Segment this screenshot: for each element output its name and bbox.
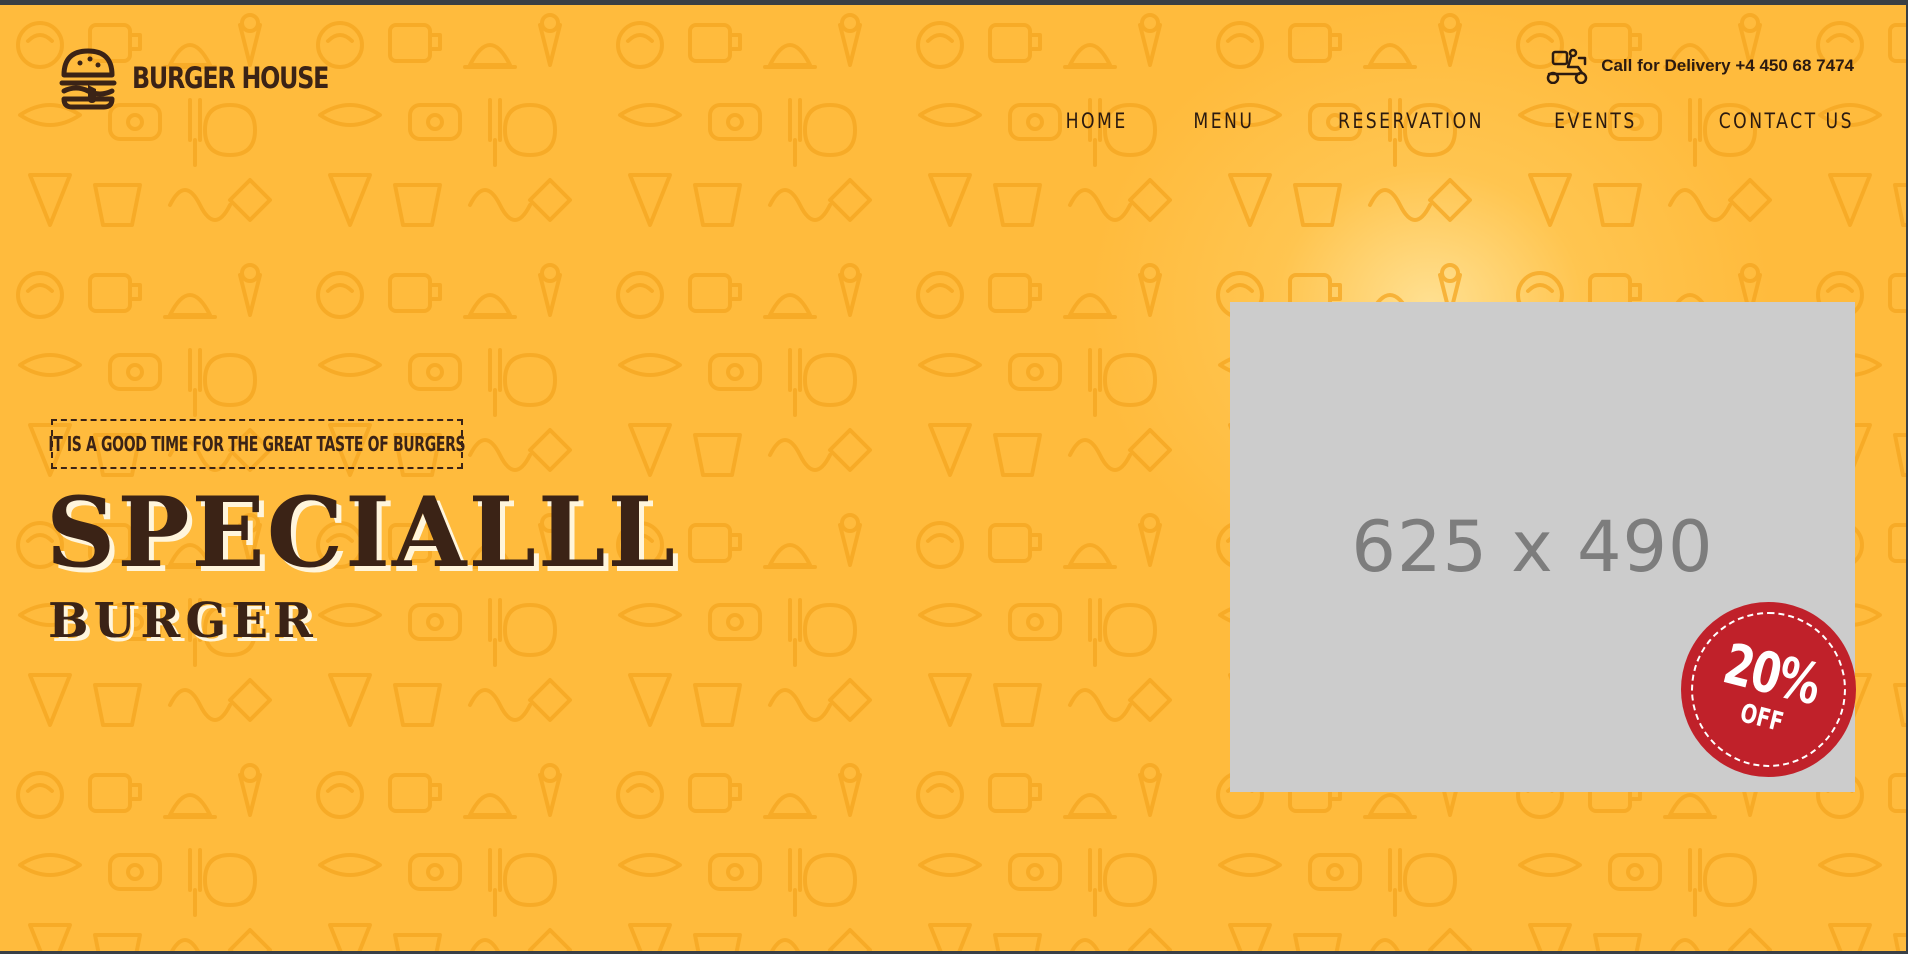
delivery-info: Call for Delivery +4 450 68 7474 bbox=[1545, 48, 1854, 84]
delivery-scooter-icon bbox=[1546, 48, 1588, 84]
nav-item-menu[interactable]: MENU bbox=[1193, 109, 1254, 133]
hero-tagline-text: IT IS A GOOD TIME FOR THE GREAT TASTE OF… bbox=[48, 432, 466, 456]
main-nav: HOME MENU RESERVATION EVENTS CONTACT US bbox=[1000, 109, 1854, 133]
nav-item-contact-us[interactable]: CONTACT US bbox=[1719, 109, 1854, 133]
discount-badge: 20% OFF bbox=[1681, 602, 1856, 777]
placeholder-dimensions: 625 x 490 bbox=[1351, 506, 1714, 588]
delivery-phone[interactable]: Call for Delivery +4 450 68 7474 bbox=[1601, 56, 1854, 76]
hero-tagline: IT IS A GOOD TIME FOR THE GREAT TASTE OF… bbox=[48, 419, 466, 469]
hero-headline: SPECIALLL bbox=[46, 476, 677, 589]
nav-item-reservation[interactable]: RESERVATION bbox=[1338, 109, 1484, 133]
badge-percent: 20% bbox=[1717, 631, 1827, 718]
burger-icon bbox=[59, 48, 117, 110]
brand-name: BURGER HOUSE bbox=[132, 61, 329, 95]
brand-logo[interactable]: BURGER HOUSE bbox=[58, 45, 371, 111]
hero-subheadline: BURGER bbox=[48, 593, 318, 649]
nav-item-events[interactable]: EVENTS bbox=[1554, 109, 1637, 133]
hero-section: BURGER HOUSE Call for Delivery +4 450 68… bbox=[0, 5, 1906, 951]
nav-item-home[interactable]: HOME bbox=[1066, 109, 1128, 133]
